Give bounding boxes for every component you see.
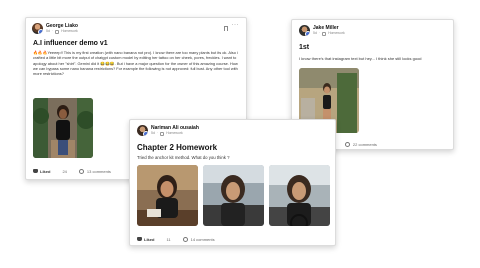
post-category[interactable]: Homework [328,31,345,36]
comment-count[interactable]: 13 comments [87,169,111,174]
post-header: George Liako 5d · Homework [32,23,78,34]
like-count: 11 [166,236,171,242]
level-badge [143,131,148,136]
post-category[interactable]: Homework [61,29,78,34]
avatar[interactable] [32,23,43,34]
bookmark-icon[interactable] [224,26,228,31]
post-time: 5d [313,31,317,35]
comment-icon[interactable] [344,141,350,147]
post-meta: 5d · Homework [46,29,78,34]
level-badge [305,31,310,36]
post-image-drawing [33,98,93,158]
post-header: Jake Miller 5d · Homework [299,25,345,36]
post-image[interactable] [33,98,93,158]
post-meta: 5d · Homework [151,131,183,136]
post-image-1[interactable] [137,165,198,226]
like-icon[interactable] [137,237,142,241]
like-icon[interactable] [33,169,38,173]
post-title[interactable]: Chapter 2 Homework [137,143,217,152]
post-title[interactable]: 1st [299,44,309,51]
avatar[interactable] [137,125,148,136]
post-body: Tried the anchor kit method. What do you… [137,155,230,160]
like-button[interactable]: Liked [144,237,154,242]
category-icon [55,29,60,34]
post-image-drawing [269,165,330,226]
comment-icon[interactable] [182,236,188,242]
post-image-3[interactable] [269,165,330,226]
post-image-drawing [203,165,264,226]
post-footer: Liked 11 14 comments [137,236,215,242]
post-image-2[interactable] [203,165,264,226]
post-footer: Liked 24 13 comments [33,168,111,174]
comment-count[interactable]: 14 comments [191,237,215,242]
post-meta: 5d · Homework [313,31,345,36]
post-title[interactable]: A.I influencer demo v1 [33,40,108,47]
post-category[interactable]: Homework [166,131,183,136]
category-icon [160,131,165,136]
level-badge [38,29,43,34]
post-header: Nariman Ali ousaiah 5d · Homework [137,125,199,136]
like-button[interactable]: Liked [40,169,50,174]
post-time: 5d [46,29,50,33]
more-icon[interactable]: ··· [232,22,240,28]
post-body: I know there's that instagram text but h… [299,56,422,61]
post-card-3[interactable]: Nariman Ali ousaiah 5d · Homework Chapte… [129,119,336,246]
post-time: 5d [151,131,155,135]
post-body: 🔥🔥🔥Yeeeep!! This is my first creation (w… [33,50,238,77]
post-image-drawing [137,165,198,226]
category-icon [322,31,327,36]
like-count: 24 [62,168,67,174]
comment-count[interactable]: 22 comments [353,142,377,147]
avatar[interactable] [299,25,310,36]
comment-icon[interactable] [78,168,84,174]
